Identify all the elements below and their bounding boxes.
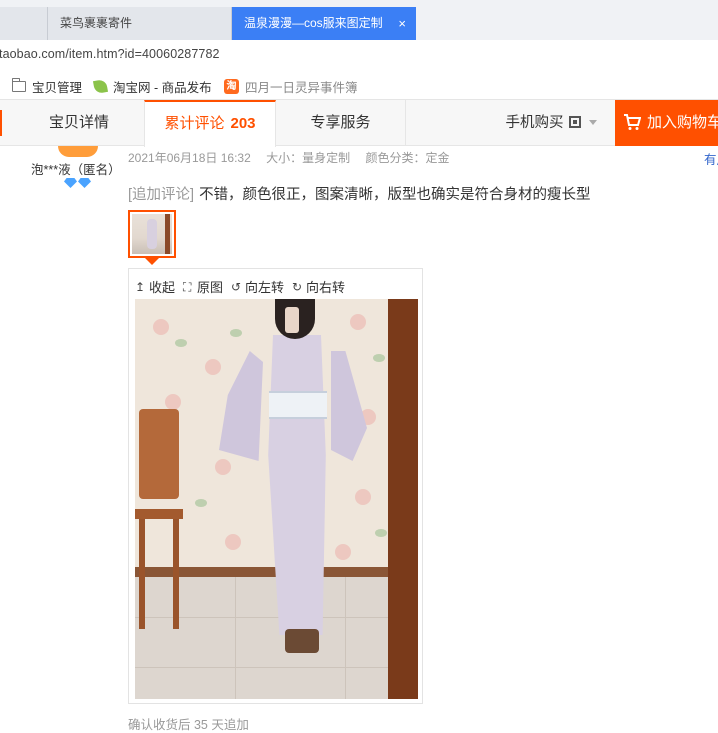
review-size: 大小：量身定制 xyxy=(266,151,351,165)
fullscreen-icon: ⛶ xyxy=(183,279,192,294)
bookmark-label: 宝贝管理 xyxy=(32,81,83,95)
photo-door xyxy=(388,299,418,699)
diamond-icon xyxy=(78,178,91,188)
viewer-toolbar: ↥ 收起 ⛶ 原图 ↺ 向左转 ↻ 向右转 xyxy=(135,277,353,296)
review-count: 203 xyxy=(230,115,256,132)
mobile-buy-label: 手机购买 xyxy=(505,115,564,131)
item-nav-bar: 宝贝详情 累计评论 203 专享服务 手机购买 加入购物车 xyxy=(0,100,718,147)
review-meta: 2021年06月18日 16:32 大小：量身定制 颜色分类：定金 xyxy=(128,149,449,166)
rotate-right-button[interactable]: ↻ 向右转 xyxy=(292,277,345,296)
leaf-icon xyxy=(92,78,109,95)
tab-reviews[interactable]: 累计评论 203 xyxy=(144,100,276,147)
rotate-left-button[interactable]: ↺ 向左转 xyxy=(231,277,284,296)
address-url[interactable]: taobao.com/item.htm?id=40060287782 xyxy=(0,47,220,61)
review-color: 颜色分类：定金 xyxy=(365,151,450,165)
bookmark-label: 四月一日灵异事件簿 xyxy=(245,81,358,95)
add-to-cart-button[interactable]: 加入购物车 xyxy=(615,100,718,146)
folder-icon xyxy=(11,78,26,92)
vip-badge xyxy=(64,178,91,188)
browser-tab-strip: 菜鸟裹裹寄件 温泉漫漫—cos服来图定制 × xyxy=(0,0,718,40)
nav-accent xyxy=(0,110,2,136)
diamond-icon xyxy=(64,178,77,188)
photo-viewer: ↥ 收起 ⛶ 原图 ↺ 向左转 ↻ 向右转 xyxy=(128,268,423,704)
thumbnail-pointer xyxy=(145,258,159,265)
avatar xyxy=(58,146,98,157)
thumbnail-image xyxy=(132,214,172,254)
mobile-buy-button[interactable]: 手机购买 xyxy=(488,100,614,146)
browser-tab-active[interactable]: 温泉漫漫—cos服来图定制 × xyxy=(232,7,416,40)
add-to-cart-label: 加入购物车 xyxy=(647,114,718,131)
address-bar[interactable]: taobao.com/item.htm?id=40060287782 xyxy=(0,40,718,70)
collapse-icon: ↥ xyxy=(135,279,146,294)
followup-text: 不错，颜色很正，图案清晰，版型也确实是符合身材的瘦长型 xyxy=(199,187,591,203)
tab-services[interactable]: 专享服务 xyxy=(276,100,406,146)
close-icon[interactable]: × xyxy=(398,7,406,40)
collapse-label: 收起 xyxy=(149,280,176,295)
review-photo-thumbnail[interactable] xyxy=(128,210,176,258)
bookmark-label: 淘宝网 - 商品发布 xyxy=(113,81,212,95)
photo-obi xyxy=(269,391,327,419)
photo-chair xyxy=(135,409,183,629)
followup-comment: [追加评论] 不错，颜色很正，图案清晰，版型也确实是符合身材的瘦长型 xyxy=(128,183,591,204)
qr-code-icon xyxy=(568,116,581,128)
original-label: 原图 xyxy=(197,280,224,295)
browser-tab-0[interactable] xyxy=(0,7,48,40)
bookmark-item-publish[interactable]: 淘宝网 - 商品发布 xyxy=(92,77,212,96)
browser-tab-label: 温泉漫漫—cos服来图定制 xyxy=(244,16,383,30)
chevron-down-icon xyxy=(588,120,597,125)
reviewer-name: 泡***液（匿名） xyxy=(31,163,121,177)
followup-footer: 确认收货后 35 天追加 xyxy=(128,718,249,732)
original-image-button[interactable]: ⛶ 原图 xyxy=(183,277,223,296)
photo-sandals xyxy=(285,629,319,653)
useful-link[interactable]: 有用 xyxy=(704,149,718,168)
rotate-right-icon: ↻ xyxy=(292,279,303,294)
photo-phone xyxy=(285,307,299,333)
rotate-right-label: 向右转 xyxy=(306,280,346,295)
followup-tag: [追加评论] xyxy=(128,187,195,203)
bookmark-item-baobei[interactable]: 宝贝管理 xyxy=(11,77,83,96)
taobao-icon: 淘 xyxy=(224,79,239,94)
collapse-button[interactable]: ↥ 收起 xyxy=(135,277,175,296)
rotate-left-label: 向左转 xyxy=(245,280,285,295)
tab-item-details[interactable]: 宝贝详情 xyxy=(14,100,144,146)
cart-icon xyxy=(624,114,641,130)
browser-tab-cainiao[interactable]: 菜鸟裹裹寄件 xyxy=(48,7,232,40)
browser-tab-label: 菜鸟裹裹寄件 xyxy=(60,16,133,30)
tab-reviews-label: 累计评论 xyxy=(164,115,225,132)
rotate-left-icon: ↺ xyxy=(231,279,242,294)
review-photo[interactable] xyxy=(135,299,418,699)
bookmark-item-april[interactable]: 淘 四月一日灵异事件簿 xyxy=(224,77,358,96)
review-date: 2021年06月18日 16:32 xyxy=(128,151,251,165)
bookmarks-bar: 宝贝管理 淘宝网 - 商品发布 淘 四月一日灵异事件簿 xyxy=(0,70,718,100)
